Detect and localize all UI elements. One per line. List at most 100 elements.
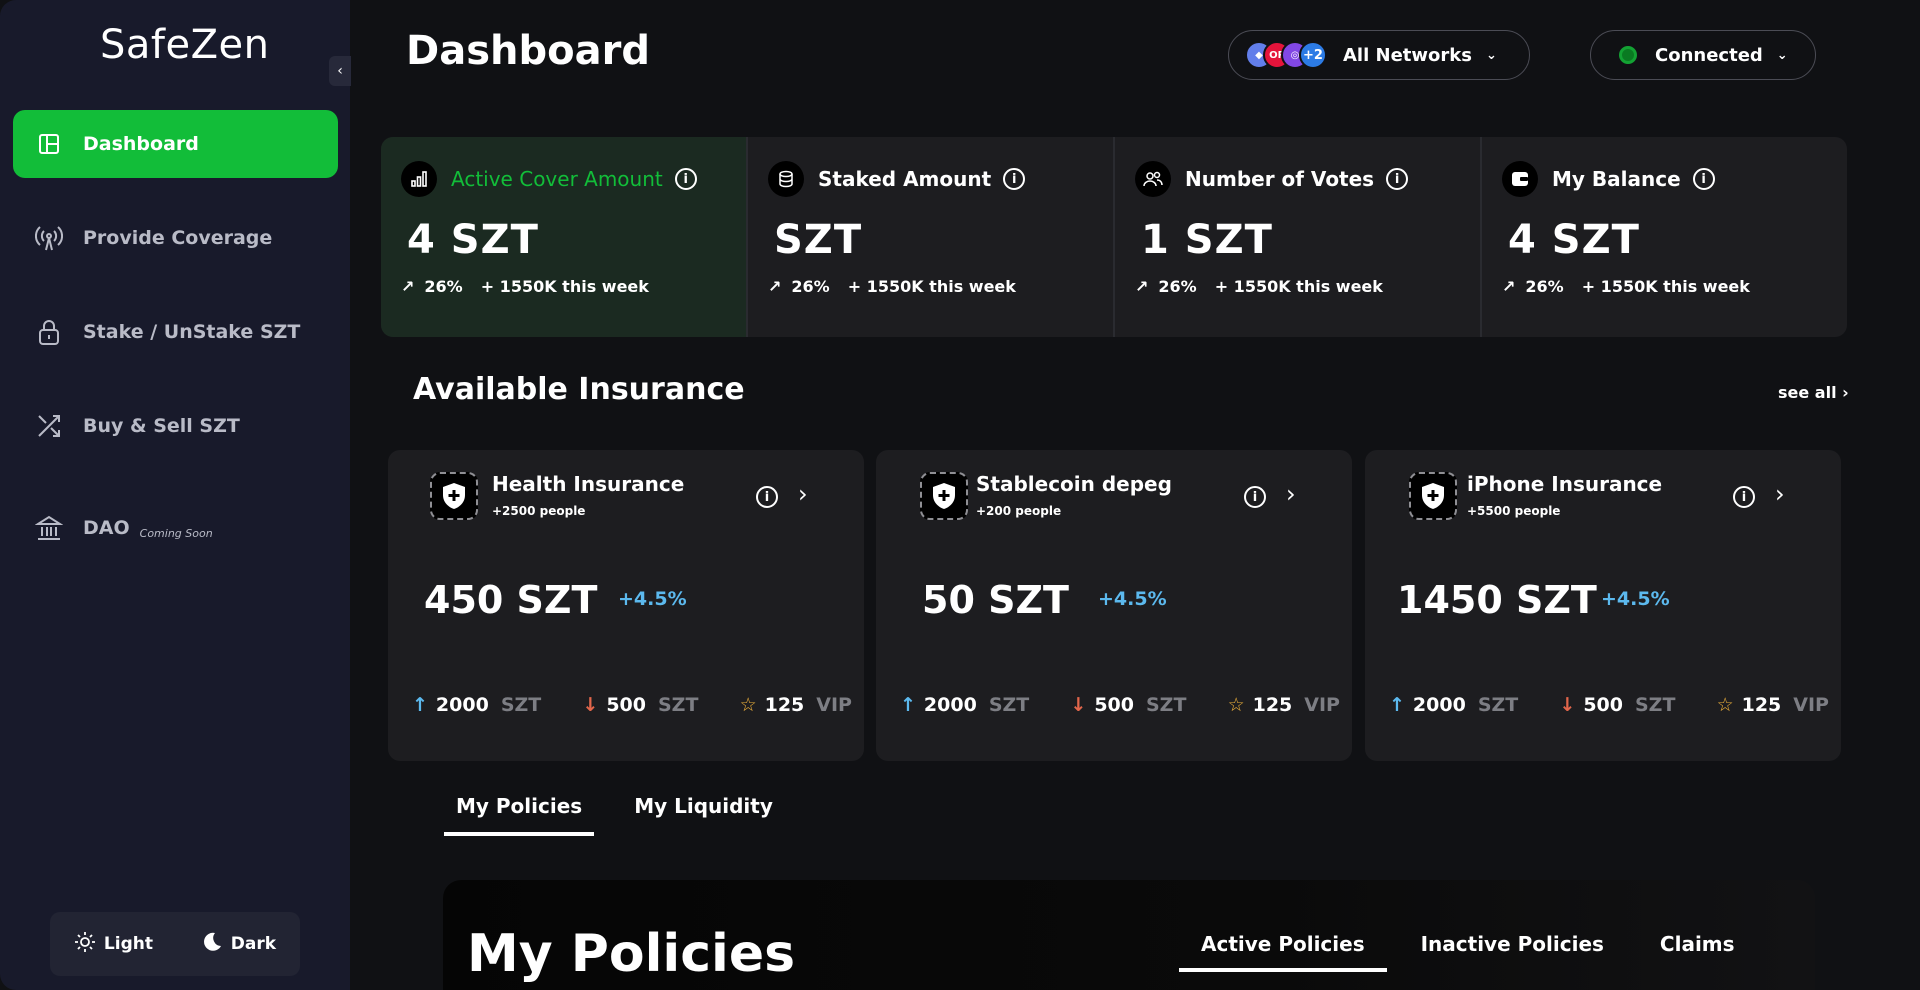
insurance-name: Stablecoin depeg [976, 472, 1172, 496]
insurance-amount: 50 SZT [922, 578, 1069, 622]
insurance-amount: 1450 SZT [1397, 578, 1597, 622]
chevron-left-icon: ‹ [337, 63, 343, 79]
trend-up-icon: ↗ [768, 277, 782, 296]
wallet-connect-button[interactable]: Connected ⌄ [1590, 30, 1816, 80]
arrow-up-icon: ↑ [412, 694, 428, 716]
info-icon[interactable]: i [1003, 168, 1026, 190]
trend-up-icon: ↗ [1502, 277, 1516, 296]
tab-my-liquidity[interactable]: My Liquidity [622, 790, 785, 836]
sidebar-item-stake[interactable]: Stake / UnStake SZT [13, 298, 338, 366]
bank-icon [35, 514, 63, 542]
tab-active-policies[interactable]: Active Policies [1179, 932, 1387, 972]
sidebar-item-label: DAO [83, 517, 130, 539]
network-selector[interactable]: ◆ OP ◎ +2 All Networks ⌄ [1228, 30, 1530, 80]
down-value: 500 [1583, 694, 1623, 716]
chevron-right-icon[interactable]: › [1286, 480, 1296, 508]
stat-value: 1 SZT [1141, 217, 1273, 263]
chevron-down-icon: ⌄ [1776, 47, 1788, 63]
insurance-card[interactable]: Health Insurance +2500 people i › 450 SZ… [388, 450, 864, 761]
stat-label: Active Cover Amount [451, 167, 663, 191]
star-icon: ☆ [1227, 694, 1245, 716]
insurance-card[interactable]: iPhone Insurance +5500 people i › 1450 S… [1365, 450, 1841, 761]
down-value: 500 [1094, 694, 1134, 716]
stat-percent: 26% [1525, 277, 1564, 296]
stat-number-of-votes: Number of Votes i 1 SZT ↗ 26% + 1550K th… [1113, 137, 1480, 337]
sidebar-item-label: Provide Coverage [83, 227, 273, 249]
sidebar: SafeZen ‹ Dashboard Provide Coverage Sta… [0, 0, 351, 990]
chevron-right-icon[interactable]: › [798, 480, 808, 508]
star-icon: ☆ [1716, 694, 1734, 716]
users-icon [1135, 161, 1171, 197]
unit: SZT [1634, 694, 1676, 716]
unit: SZT [1477, 694, 1519, 716]
info-icon[interactable]: i [1244, 486, 1266, 508]
see-all-link[interactable]: see all › [1778, 383, 1849, 402]
wallet-status-label: Connected [1655, 44, 1763, 66]
stats-panel: Active Cover Amount i 4 SZT ↗ 26% + 1550… [381, 137, 1847, 337]
stat-percent: 26% [791, 277, 830, 296]
network-label: All Networks [1343, 44, 1472, 66]
stat-percent: 26% [424, 277, 463, 296]
dark-theme-option[interactable]: Dark [201, 931, 276, 958]
coming-soon-badge: Coming Soon [139, 526, 213, 540]
chevron-right-icon[interactable]: › [1775, 480, 1785, 508]
broadcast-icon [35, 224, 63, 252]
stat-weekly: + 1550K this week [847, 277, 1016, 296]
unit: VIP [1793, 694, 1829, 716]
info-icon[interactable]: i [674, 168, 697, 190]
unit: VIP [816, 694, 852, 716]
up-value: 2000 [1412, 694, 1466, 716]
tab-claims[interactable]: Claims [1638, 932, 1757, 972]
tab-inactive-policies[interactable]: Inactive Policies [1399, 932, 1626, 972]
insurance-name: iPhone Insurance [1467, 472, 1663, 496]
info-icon[interactable]: i [1386, 168, 1409, 190]
star-value: 125 [1741, 694, 1782, 716]
more-networks-badge: +2 [1299, 41, 1327, 69]
tab-my-policies[interactable]: My Policies [444, 790, 595, 836]
star-value: 125 [764, 694, 805, 716]
policies-title: My Policies [467, 924, 796, 984]
sidebar-item-dao[interactable]: DAO Coming Soon [13, 494, 338, 562]
theme-toggle: Light Dark [50, 912, 300, 976]
trend-up-icon: ↗ [401, 277, 415, 296]
sidebar-item-dashboard[interactable]: Dashboard [13, 110, 338, 178]
sidebar-item-provide-coverage[interactable]: Provide Coverage [13, 204, 338, 272]
info-icon[interactable]: i [1733, 486, 1755, 508]
dark-label: Dark [230, 934, 277, 954]
stat-value: 4 SZT [1508, 217, 1640, 263]
sun-icon [74, 931, 96, 958]
insurance-card[interactable]: Stablecoin depeg +200 people i › 50 SZT … [876, 450, 1352, 761]
info-icon[interactable]: i [756, 486, 778, 508]
shield-icon [430, 472, 478, 520]
section-title: Available Insurance [413, 372, 745, 407]
light-theme-option[interactable]: Light [74, 931, 153, 958]
sidebar-item-label: Stake / UnStake SZT [83, 321, 301, 343]
unit: SZT [988, 694, 1030, 716]
insurance-change: +4.5% [618, 588, 687, 610]
sidebar-item-buy-sell[interactable]: Buy & Sell SZT [13, 392, 338, 460]
stat-my-balance: My Balance i 4 SZT ↗ 26% + 1550K this we… [1480, 137, 1847, 337]
down-value: 500 [606, 694, 646, 716]
collapse-sidebar-button[interactable]: ‹ [329, 56, 351, 86]
policies-subtabs: Active Policies Inactive Policies Claims [1179, 932, 1769, 972]
sidebar-item-label: Buy & Sell SZT [83, 415, 240, 437]
stat-value: 4 SZT [407, 217, 539, 263]
arrow-up-icon: ↑ [900, 694, 916, 716]
trend-up-icon: ↗ [1135, 277, 1149, 296]
chain-icons: ◆ OP ◎ +2 [1245, 41, 1327, 69]
stat-label: Staked Amount [818, 167, 992, 191]
arrow-down-icon: ↓ [582, 694, 599, 716]
policy-tabs: My Policies My Liquidity [444, 790, 785, 836]
shield-icon [920, 472, 968, 520]
arrow-down-icon: ↓ [1559, 694, 1576, 716]
bar-chart-icon [401, 161, 437, 197]
moon-icon [201, 931, 223, 958]
arrow-up-icon: ↑ [1389, 694, 1405, 716]
page-title: Dashboard [406, 28, 650, 74]
arrow-down-icon: ↓ [1070, 694, 1087, 716]
my-policies-panel: My Policies Active Policies Inactive Pol… [443, 880, 1815, 990]
shield-icon [1409, 472, 1457, 520]
info-icon[interactable]: i [1692, 168, 1715, 190]
stat-label: Number of Votes [1185, 167, 1375, 191]
lock-icon [35, 318, 63, 346]
